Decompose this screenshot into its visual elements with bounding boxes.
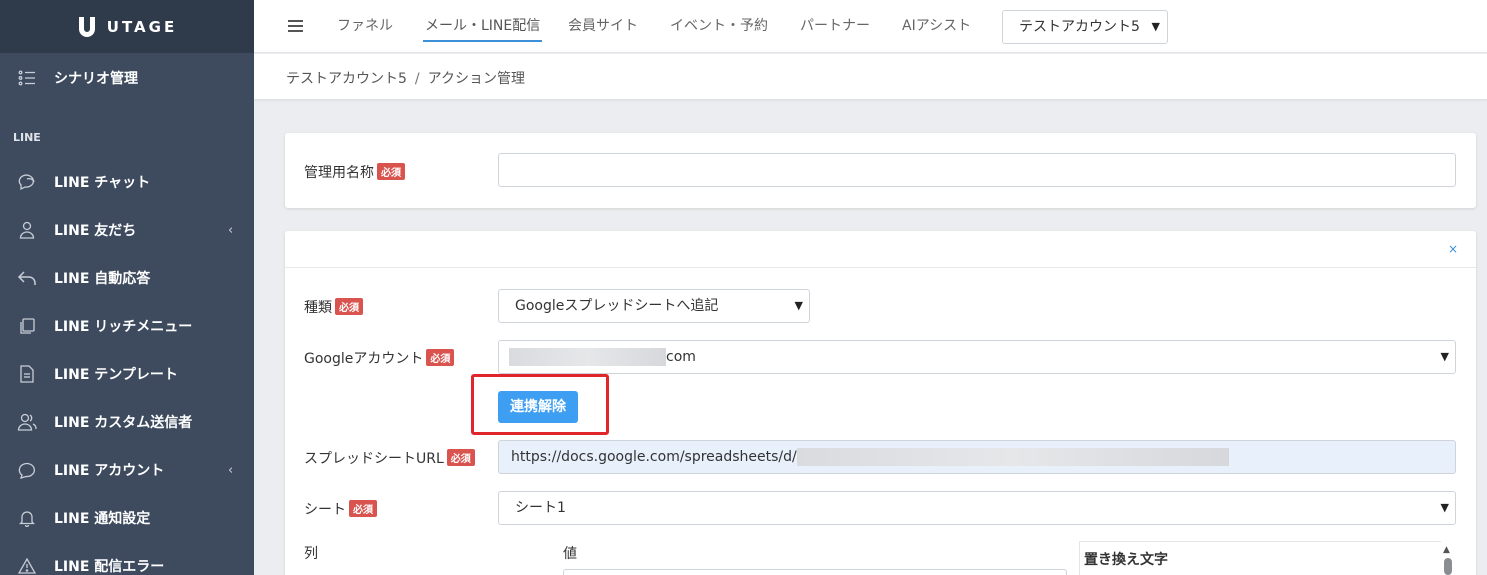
sidebar-item-line-custom-sender[interactable]: LINE カスタム送信者: [0, 400, 254, 444]
sidebar-item-label: LINE 通知設定: [54, 511, 151, 527]
chevron-down-icon: ▼: [794, 299, 803, 312]
chevron-down-icon: ▼: [1151, 20, 1160, 33]
action-card-header: ×: [285, 231, 1476, 268]
sidebar-item-line-delivery-error[interactable]: LINE 配信エラー: [0, 544, 254, 575]
tab-label: メール・LINE配信: [425, 18, 541, 34]
sidebar-item-line-autoreply[interactable]: LINE 自動応答: [0, 256, 254, 300]
breadcrumb-bar: テストアカウント5 / アクション管理: [254, 54, 1487, 100]
name-label-text: 管理用名称: [304, 165, 374, 181]
tab-funnel[interactable]: ファネル: [337, 0, 393, 53]
tab-label: パートナー: [800, 18, 870, 34]
sidebar-item-line-notification[interactable]: LINE 通知設定: [0, 496, 254, 540]
tab-label: AIアシスト: [902, 18, 972, 34]
type-select[interactable]: Googleスプレッドシートへ追記 ▼: [498, 289, 810, 323]
copy-icon: [17, 316, 37, 336]
required-badge: 必須: [446, 449, 475, 466]
spreadsheet-url-input[interactable]: https://docs.google.com/spreadsheets/d/: [498, 440, 1456, 474]
redacted-url: [796, 448, 1229, 466]
tab-ai-assist[interactable]: AIアシスト: [902, 0, 971, 53]
sidebar-item-label: LINE チャット: [54, 175, 151, 191]
value-header: 値: [563, 546, 577, 562]
tab-event[interactable]: イベント・予約: [670, 0, 768, 53]
tab-mail-line[interactable]: メール・LINE配信: [422, 0, 543, 53]
document-icon: [17, 364, 37, 384]
user-icon: [17, 220, 37, 240]
sidebar-item-line-friends[interactable]: LINE 友だち ‹: [0, 208, 254, 252]
column-header: 列: [304, 546, 318, 562]
sidebar-item-label: LINE テンプレート: [54, 367, 178, 383]
sheet-label-text: シート: [304, 502, 346, 518]
sidebar-item-label: LINE アカウント: [54, 463, 165, 479]
redacted-email: [509, 348, 666, 366]
spreadsheet-url-value: https://docs.google.com/spreadsheets/d/: [511, 449, 797, 465]
required-badge: 必須: [335, 298, 363, 315]
chat-icon: [17, 172, 37, 192]
name-label: 管理用名称 必須: [304, 162, 405, 182]
tab-partner[interactable]: パートナー: [800, 0, 870, 53]
close-icon[interactable]: ×: [1448, 242, 1458, 256]
replace-text-panel: 置き換え文字: [1079, 541, 1441, 575]
google-account-label: Googleアカウント 必須: [304, 348, 455, 368]
unlink-button[interactable]: 連携解除: [498, 391, 578, 423]
sidebar-item-label: LINE カスタム送信者: [54, 415, 193, 431]
name-input[interactable]: [498, 153, 1456, 187]
account-select[interactable]: テストアカウント5 ▼: [1002, 10, 1168, 44]
google-account-value: com: [666, 349, 696, 365]
tab-member-site[interactable]: 会員サイト: [568, 0, 638, 53]
top-navigation: ファネル メール・LINE配信 会員サイト イベント・予約 パートナー AIアシ…: [254, 0, 1487, 53]
sheet-label: シート 必須: [304, 499, 377, 519]
spreadsheet-url-label-text: スプレッドシートURL: [304, 451, 444, 467]
tab-label: 会員サイト: [568, 18, 638, 34]
breadcrumb: テストアカウント5 / アクション管理: [286, 68, 525, 88]
chevron-down-icon: ▼: [1440, 501, 1449, 514]
sidebar-item-label: LINE 友だち: [54, 223, 137, 239]
sheet-select[interactable]: シート1 ▼: [498, 491, 1456, 525]
utage-logo-icon: [78, 16, 95, 37]
sidebar-item-line-account[interactable]: LINE アカウント ‹: [0, 448, 254, 492]
sidebar-item-label: LINE 自動応答: [54, 271, 151, 287]
value-input[interactable]: [563, 569, 1067, 575]
google-account-select[interactable]: com ▼: [498, 340, 1456, 374]
sidebar-item-line-template[interactable]: LINE テンプレート: [0, 352, 254, 396]
chevron-left-icon: ‹: [228, 222, 234, 238]
sidebar-item-label: LINE リッチメニュー: [54, 319, 193, 335]
hamburger-menu-icon[interactable]: [288, 20, 303, 32]
sidebar-section-line: LINE: [13, 131, 41, 144]
replace-text-header: 置き換え文字: [1084, 552, 1168, 568]
warning-icon: [17, 556, 37, 575]
breadcrumb-item[interactable]: テストアカウント5: [286, 71, 407, 87]
sidebar-item-scenario[interactable]: シナリオ管理: [0, 56, 254, 100]
google-account-label-text: Googleアカウント: [304, 351, 424, 367]
scrollbar-thumb[interactable]: [1444, 558, 1452, 575]
type-select-value: Googleスプレッドシートへ追記: [515, 298, 719, 314]
speech-icon: [17, 460, 37, 480]
account-select-value: テストアカウント5: [1019, 19, 1140, 35]
type-label-text: 種類: [304, 300, 332, 316]
breadcrumb-item-current: アクション管理: [427, 71, 525, 87]
sidebar: UTAGE シナリオ管理 LINE LINE チャット LINE 友だち ‹ L…: [0, 0, 254, 575]
scroll-up-arrow-icon[interactable]: ▲: [1443, 545, 1450, 555]
sidebar-item-label: シナリオ管理: [54, 71, 138, 87]
chevron-left-icon: ‹: [228, 462, 234, 478]
logo[interactable]: UTAGE: [0, 0, 254, 53]
breadcrumb-separator: /: [414, 71, 420, 87]
tab-label: イベント・予約: [670, 18, 768, 34]
sidebar-item-line-richmenu[interactable]: LINE リッチメニュー: [0, 304, 254, 348]
reply-icon: [17, 268, 37, 288]
bell-icon: [17, 508, 37, 528]
required-badge: 必須: [377, 163, 405, 180]
users-icon: [17, 412, 37, 432]
chevron-down-icon: ▼: [1440, 350, 1449, 363]
sidebar-item-line-chat[interactable]: LINE チャット: [0, 160, 254, 204]
list-icon: [17, 68, 37, 88]
tab-label: ファネル: [337, 18, 393, 34]
spreadsheet-url-label: スプレッドシートURL 必須: [304, 448, 475, 468]
type-label: 種類 必須: [304, 297, 363, 317]
sidebar-item-label: LINE 配信エラー: [54, 559, 165, 575]
required-badge: 必須: [349, 500, 377, 517]
sheet-select-value: シート1: [515, 500, 566, 516]
brand-name: UTAGE: [106, 17, 178, 36]
required-badge: 必須: [426, 349, 455, 366]
